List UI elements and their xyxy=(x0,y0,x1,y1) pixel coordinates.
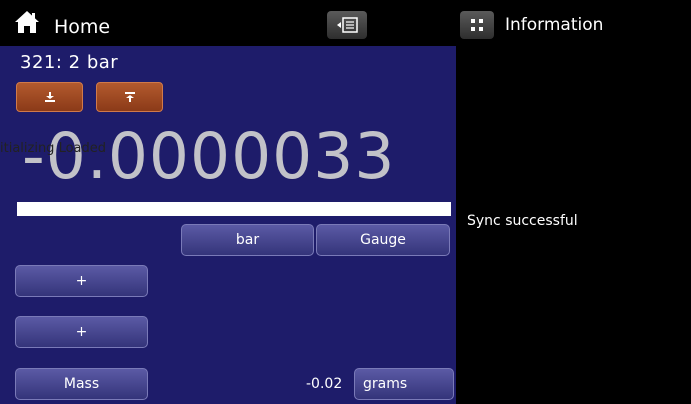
grid-icon xyxy=(471,19,483,31)
mass-button[interactable]: Mass xyxy=(15,368,148,400)
page-title: Home xyxy=(54,16,111,38)
download-icon xyxy=(44,92,55,102)
initializing-overlay-text: itializing Loaded xyxy=(0,141,107,156)
upload-icon xyxy=(124,92,135,102)
reading-bar xyxy=(17,202,451,216)
sync-status-text: Sync successful xyxy=(467,213,578,229)
mass-value: -0.02 xyxy=(306,376,343,392)
information-button[interactable] xyxy=(460,11,494,39)
gauge-mode-button[interactable]: Gauge xyxy=(316,224,450,256)
mass-unit-button[interactable]: grams xyxy=(354,368,454,400)
channel-label: 321: 2 bar xyxy=(20,52,119,73)
pressure-reading: -0.0000033 xyxy=(22,120,396,193)
information-title: Information xyxy=(505,15,604,35)
home-icon[interactable] xyxy=(14,10,40,34)
menu-toggle-button[interactable] xyxy=(327,11,367,39)
tare-up-button[interactable] xyxy=(96,82,163,112)
unit-button[interactable]: bar xyxy=(181,224,314,256)
menu-toggle-icon xyxy=(337,17,358,33)
add-button-2[interactable]: + xyxy=(15,316,148,348)
add-button-1[interactable]: + xyxy=(15,265,148,297)
tare-down-button[interactable] xyxy=(16,82,83,112)
